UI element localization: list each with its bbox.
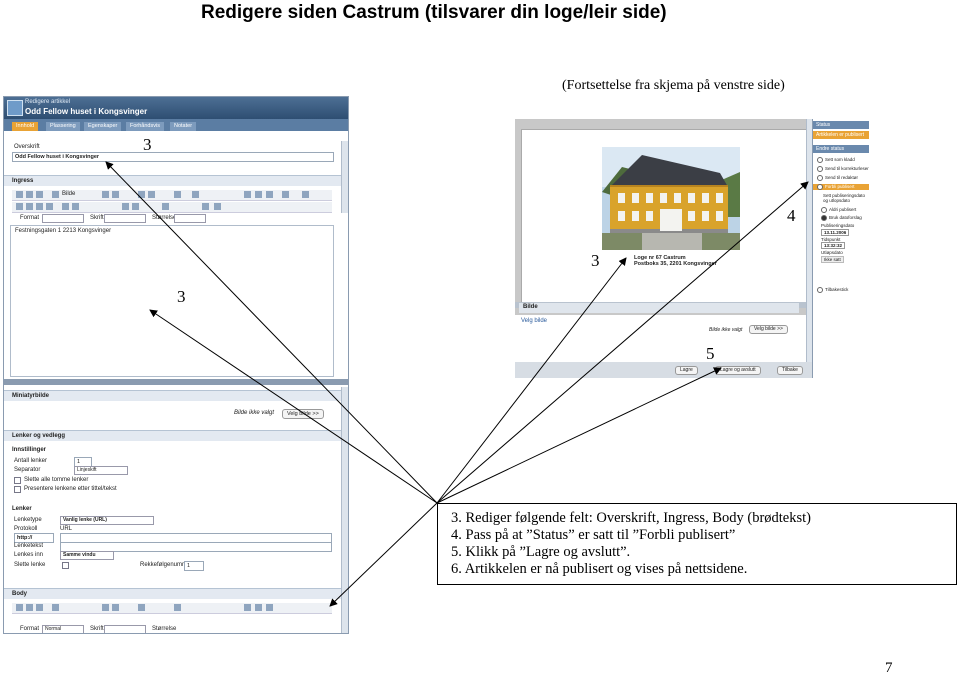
marker-3-overskrift: 3 — [143, 135, 152, 154]
page-number: 7 — [885, 660, 893, 676]
instruction-4: 4. Pass på at ”Status” er satt til ”Forb… — [451, 527, 736, 543]
arrow-photo — [436, 257, 627, 504]
arrow-status — [436, 181, 809, 504]
instruction-3: 3. Rediger følgende felt: Overskrift, In… — [451, 510, 811, 526]
arrow-body — [329, 502, 438, 607]
instruction-box: 3. Rediger følgende felt: Overskrift, In… — [437, 503, 957, 585]
marker-5-lagre: 5 — [706, 344, 715, 363]
marker-4-status: 4 — [787, 206, 796, 225]
marker-3-ingress: 3 — [177, 287, 186, 306]
arrow-ingress — [149, 309, 438, 504]
arrow-overskrift — [105, 161, 438, 504]
instruction-6: 6. Artikkelen er nå publisert og vises p… — [451, 561, 748, 577]
arrow-lagre — [436, 367, 722, 504]
instruction-5: 5. Klikk på ”Lagre og avslutt”. — [451, 544, 631, 560]
marker-3-photo: 3 — [591, 251, 600, 270]
